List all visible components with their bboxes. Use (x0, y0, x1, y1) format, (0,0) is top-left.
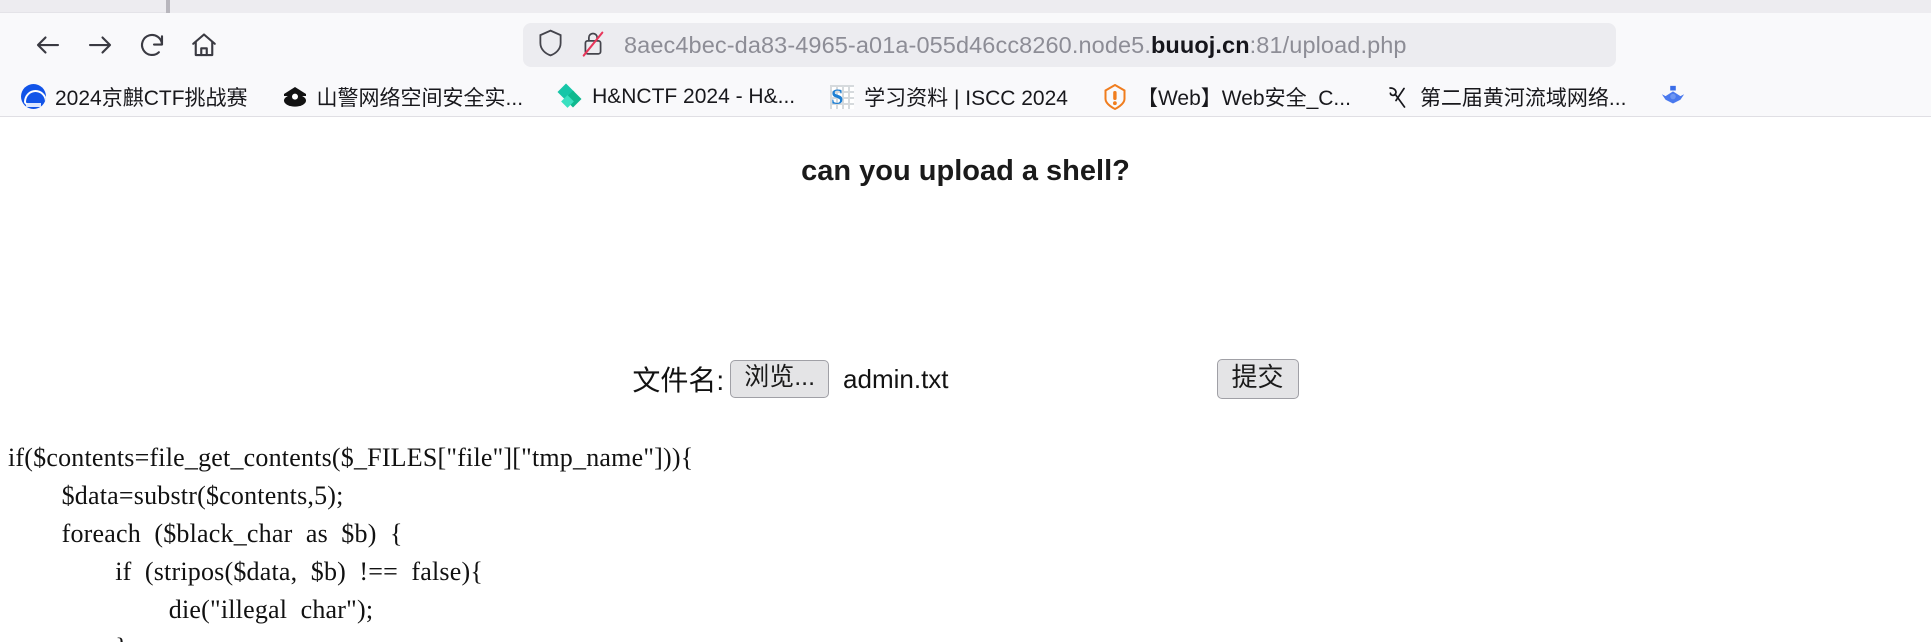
php-source-code: if($contents=file_get_contents($_FILES["… (8, 443, 694, 642)
bookmark-label: 【Web】Web安全_C... (1136, 86, 1351, 110)
upload-form-row: 文件名: 浏览... admin.txt 提交 (632, 359, 1299, 399)
urlbar-container: 8aec4bec-da83-4965-a01a-055d46cc8260.nod… (230, 23, 1909, 67)
bookmarks-bar: 2024京麒CTF挑战赛 山警网络空间安全实... H&NCTF 2024 - … (0, 77, 1931, 117)
navigation-toolbar: 8aec4bec-da83-4965-a01a-055d46cc8260.nod… (0, 13, 1931, 77)
bookmark-label: 第二届黄河流域网络... (1419, 86, 1627, 110)
lock-broken-icon[interactable] (580, 28, 606, 63)
web-security-favicon-icon (1102, 83, 1128, 110)
forward-button[interactable] (74, 23, 126, 67)
selected-file-name: admin.txt (843, 363, 949, 394)
bookmark-hnctf[interactable]: H&NCTF 2024 - H&... (549, 80, 803, 114)
partial-favicon-icon (1660, 84, 1686, 110)
tab-strip-empty-area (170, 0, 1931, 13)
bookmark-label: 学习资料 | ISCC 2024 (864, 86, 1068, 110)
address-bar[interactable]: 8aec4bec-da83-4965-a01a-055d46cc8260.nod… (523, 23, 1616, 67)
hnctf-favicon-icon (557, 83, 583, 110)
browser-chrome: 8aec4bec-da83-4965-a01a-055d46cc8260.nod… (0, 0, 1931, 117)
page-content: can you upload a shell? 文件名: 浏览... admin… (0, 117, 1931, 642)
bookmark-label: H&NCTF 2024 - H&... (592, 84, 796, 108)
reload-button[interactable] (126, 23, 178, 67)
huanghe-favicon-icon (1385, 84, 1411, 110)
bookmark-jingqi-ctf[interactable]: 2024京麒CTF挑战赛 (12, 80, 256, 114)
shield-icon[interactable] (537, 28, 564, 63)
url-host: buuoj.cn (1150, 31, 1250, 58)
home-button[interactable] (178, 23, 230, 67)
jingqi-ctf-favicon-icon (20, 84, 46, 110)
reload-icon (137, 30, 167, 60)
shanjing-favicon-icon (282, 84, 308, 110)
tab-strip[interactable] (0, 0, 1931, 13)
file-name-label: 文件名: (632, 365, 725, 396)
bookmark-iscc[interactable]: S 学习资料 | ISCC 2024 (821, 80, 1076, 114)
page-title: can you upload a shell? (801, 155, 1130, 187)
url-text: 8aec4bec-da83-4965-a01a-055d46cc8260.nod… (624, 32, 1407, 59)
bookmark-partial-cutoff[interactable] (1652, 80, 1703, 114)
back-arrow-icon (33, 30, 63, 60)
submit-button[interactable]: 提交 (1216, 359, 1299, 399)
bookmark-label: 山警网络空间安全实... (316, 86, 524, 110)
bookmark-web-security[interactable]: 【Web】Web安全_C... (1094, 80, 1359, 114)
bookmark-label: 2024京麒CTF挑战赛 (55, 86, 248, 110)
bookmark-huanghe[interactable]: 第二届黄河流域网络... (1377, 80, 1635, 114)
url-suffix: :81/upload.php (1249, 31, 1407, 58)
upload-form: 文件名: 浏览... admin.txt 提交 (0, 359, 1931, 399)
iscc-favicon-icon: S (829, 84, 855, 110)
url-prefix: 8aec4bec-da83-4965-a01a-055d46cc8260.nod… (624, 31, 1151, 58)
home-icon (189, 30, 219, 60)
bookmark-shanjing[interactable]: 山警网络空间安全实... (274, 80, 532, 114)
browse-file-button[interactable]: 浏览... (730, 360, 830, 398)
forward-arrow-icon (85, 30, 115, 60)
back-button[interactable] (22, 23, 74, 67)
